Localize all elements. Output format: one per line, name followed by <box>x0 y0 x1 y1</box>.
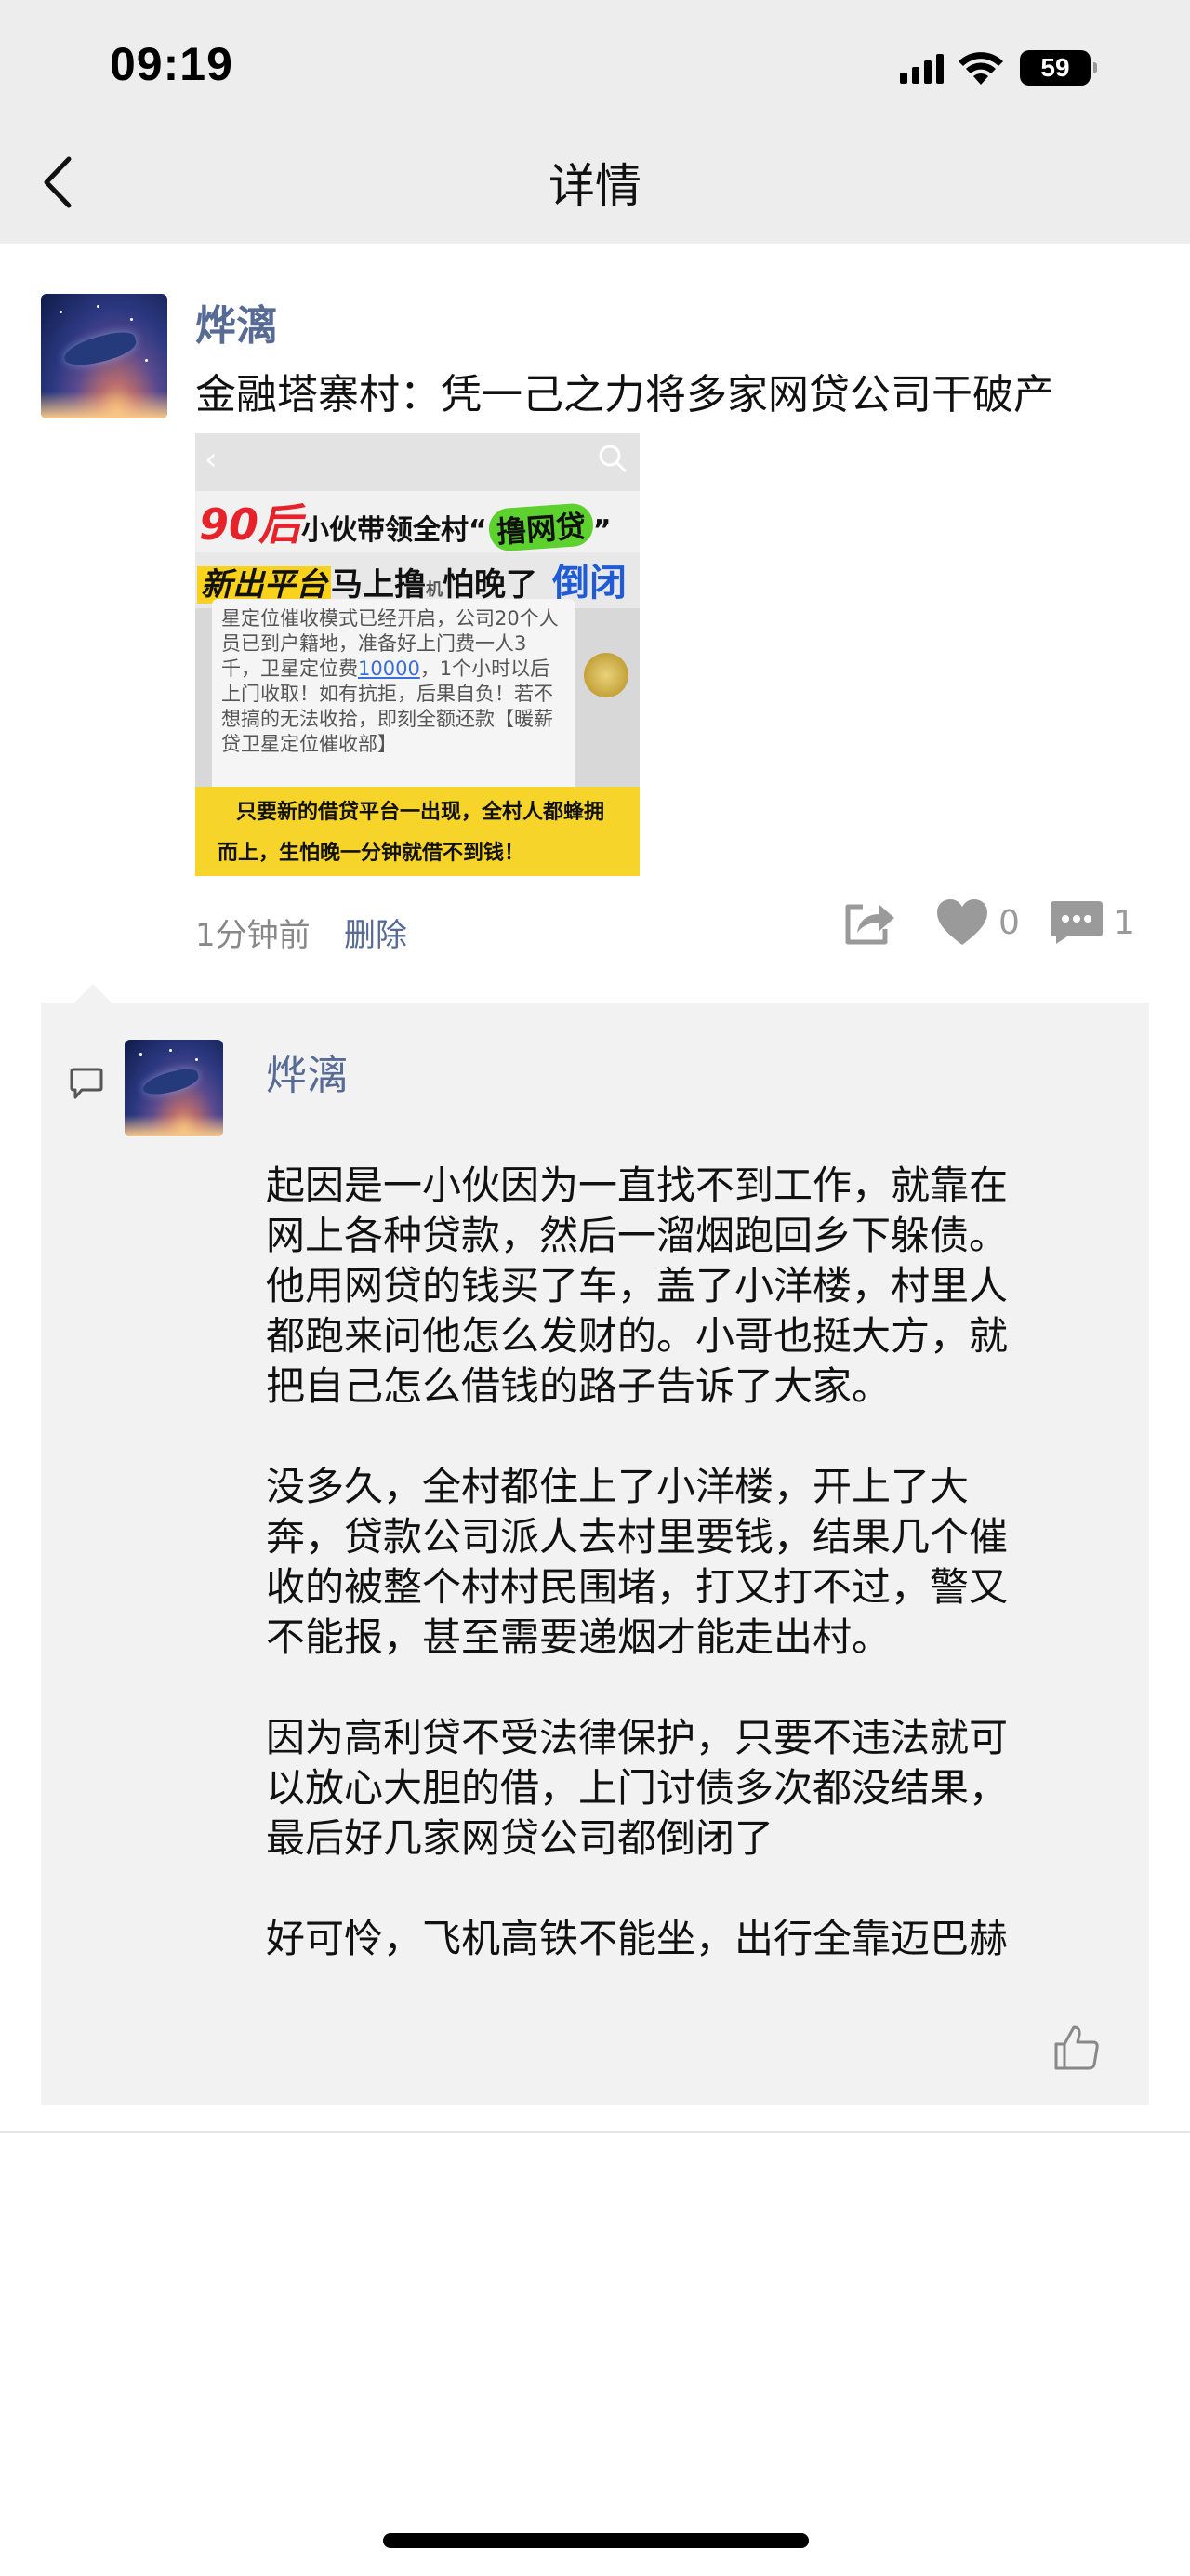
thumbs-up-icon[interactable] <box>1052 2024 1101 2072</box>
comment-bubble-icon <box>70 1068 103 1099</box>
post-timestamp: 1分钟前 <box>195 917 311 954</box>
home-indicator[interactable] <box>383 2533 809 2548</box>
comment-paragraph: 好可怜，飞机高铁不能坐，出行全靠迈巴赫 <box>266 1916 1009 1961</box>
comment-paragraph: 起因是一小伙因为一直找不到工作，就靠在 网上各种贷款，然后一溜烟跑回乡下躲债。 … <box>266 1162 1009 1409</box>
cellular-signal-icon <box>900 52 944 84</box>
image-search-icon <box>599 445 628 473</box>
post-text: 金融塔寨村：凭一己之力将多家网贷公司干破产 <box>195 371 1054 418</box>
share-button[interactable] <box>840 895 896 950</box>
heart-icon <box>937 899 987 945</box>
comment-text: 起因是一小伙因为一直找不到工作，就靠在 网上各种贷款，然后一溜烟跑回乡下躲债。 … <box>266 1161 1121 2014</box>
image-back-icon: ‹ <box>205 441 218 478</box>
status-icons: 59 <box>900 46 1097 89</box>
post-image[interactable]: ‹ 90后小伙带领全村“ 撸网贷” 新出平台 马上撸机怕晚了 倒闭 星定位催收模式已经… <box>195 433 640 876</box>
like-button[interactable]: 0 <box>935 895 1020 950</box>
coin-logo-icon <box>584 653 628 697</box>
battery-icon: 59 <box>1020 50 1097 86</box>
post-author-name[interactable]: 烨漓 <box>195 292 277 352</box>
comment-author-name[interactable]: 烨漓 <box>266 1042 348 1101</box>
comment-button[interactable]: 1 <box>1049 895 1135 950</box>
image-banner: 只要新的借贷平台一出现，全村人都蜂拥 而上，生怕晚一分钟就借不到钱！ <box>195 787 640 876</box>
delete-button[interactable]: 删除 <box>344 910 407 955</box>
comment-section: 烨漓 起因是一小伙因为一直找不到工作，就靠在 网上各种贷款，然后一溜烟跑回乡下躲… <box>41 984 1149 2105</box>
divider <box>0 2131 1190 2133</box>
page-title: 详情 <box>549 159 641 213</box>
share-icon <box>845 904 894 945</box>
top-bar: 09:19 59 详情 <box>0 0 1190 244</box>
post-avatar[interactable] <box>41 294 167 418</box>
comment-icon <box>1051 901 1103 944</box>
comment-count: 1 <box>1114 903 1135 942</box>
comment-paragraph: 没多久，全村都住上了小洋楼，开上了大 奔，贷款公司派人去村里要钱，结果几个催 收… <box>266 1464 1009 1660</box>
status-time: 09:19 <box>110 38 233 90</box>
comment-avatar[interactable] <box>125 1040 223 1136</box>
image-body-text: 星定位催收模式已经开启，公司20个人员已到户籍地，准备好上门费一人3千，卫星定位… <box>212 599 575 813</box>
comment-paragraph: 因为高利贷不受法律保护，只要不违法就可 以放心大胆的借，上门讨债多次都没结果， … <box>266 1715 1009 1861</box>
image-headline: 90后小伙带领全村“ 撸网贷” <box>195 491 640 552</box>
wifi-icon <box>959 52 1003 85</box>
like-count: 0 <box>998 903 1020 942</box>
